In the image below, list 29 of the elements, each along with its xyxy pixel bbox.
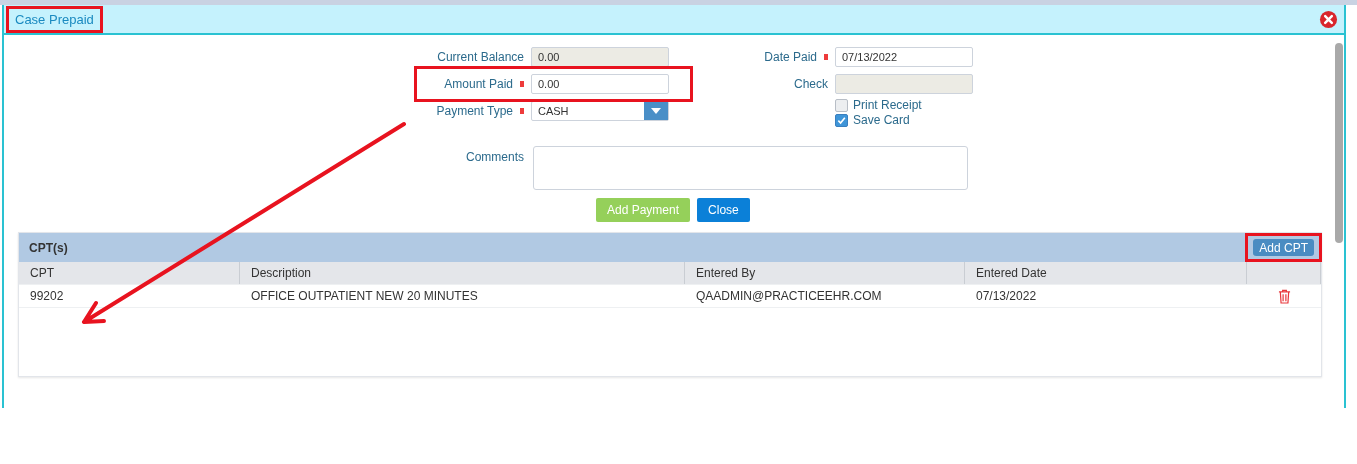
payment-type-dropdown[interactable]: CASH (531, 101, 669, 121)
trash-icon[interactable] (1277, 288, 1291, 304)
table-cell: 07/13/2022 (976, 289, 1037, 303)
dropdown-button[interactable] (644, 102, 668, 120)
checkbox-option[interactable]: Save Card (835, 113, 973, 127)
dialog-title: Case Prepaid (15, 11, 94, 27)
column-header: CPT (19, 262, 240, 284)
field-label: Current Balance (437, 50, 524, 64)
field-label: Check (794, 77, 828, 91)
field-label: Payment Type (436, 104, 513, 118)
panel-title: CPT(s) (29, 240, 68, 255)
comments-field[interactable] (533, 146, 968, 190)
scrollbar-thumb[interactable] (1335, 43, 1343, 243)
column-header: Description (240, 262, 685, 284)
checkbox[interactable] (835, 113, 848, 127)
table-cell: QAADMIN@PRACTICEEHR.COM (696, 289, 882, 303)
column-header: Entered By (685, 262, 965, 284)
table-cell: 99202 (30, 289, 64, 303)
close-icon[interactable] (1319, 9, 1338, 29)
table-cell: OFFICE OUTPATIENT NEW 20 MINUTES (251, 289, 478, 303)
input-field[interactable]: 0.00 (531, 74, 669, 94)
input-field[interactable]: 07/13/2022 (835, 47, 973, 67)
action-button[interactable]: Close (697, 198, 750, 222)
field-label: Amount Paid (444, 77, 513, 91)
field-label: Date Paid (764, 50, 817, 64)
caret-icon (651, 108, 661, 114)
column-header: Entered Date (965, 262, 1247, 284)
field-label: Comments (466, 150, 524, 164)
add-cpt-button[interactable]: Add CPT (1253, 239, 1314, 256)
